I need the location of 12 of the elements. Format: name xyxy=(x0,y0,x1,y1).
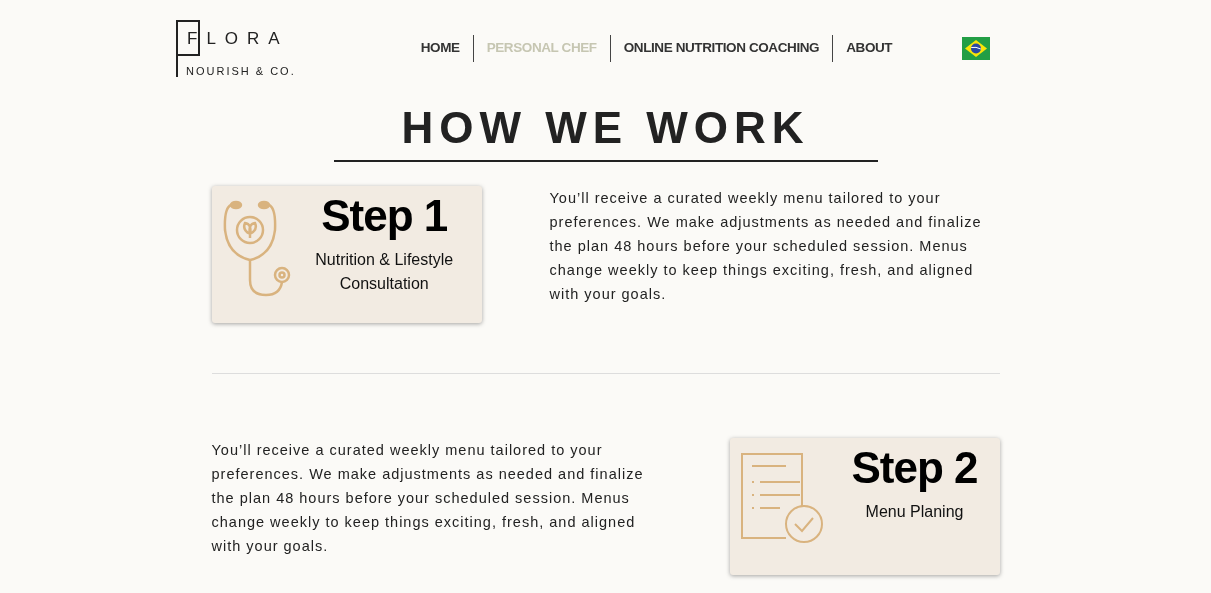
nav-link[interactable]: ABOUT xyxy=(833,33,906,63)
step-title: Step 2 xyxy=(851,444,978,493)
nav-link[interactable]: HOME xyxy=(407,33,473,63)
step-description: You’ll receive a curated weekly menu tailored to your preferences. We make adjustments as needed and finalize the plan 48 hours before your scheduled session. Menus change weekly to keep things exciting, fresh, and aligned with your goals. xyxy=(549,189,983,304)
step-subtitle: Nutrition & Lifestyle Consultation xyxy=(314,250,455,295)
page-heading: HOW WE WORK xyxy=(400,106,811,150)
nav-link[interactable]: ONLINE NUTRITION COACHING xyxy=(610,33,833,63)
step-description: You’ll receive a curated weekly menu tailored to your preferences. We make adjustments as needed and finalize the plan 48 hours before your scheduled session. Menus change weekly to keep things exciting, fresh, and aligned with your goals. xyxy=(211,441,645,556)
checklist-icon xyxy=(739,452,824,544)
step-subtitle: Menu Planing xyxy=(865,502,964,523)
flag-icon[interactable] xyxy=(962,36,990,60)
step-title: Step 1 xyxy=(321,192,448,241)
